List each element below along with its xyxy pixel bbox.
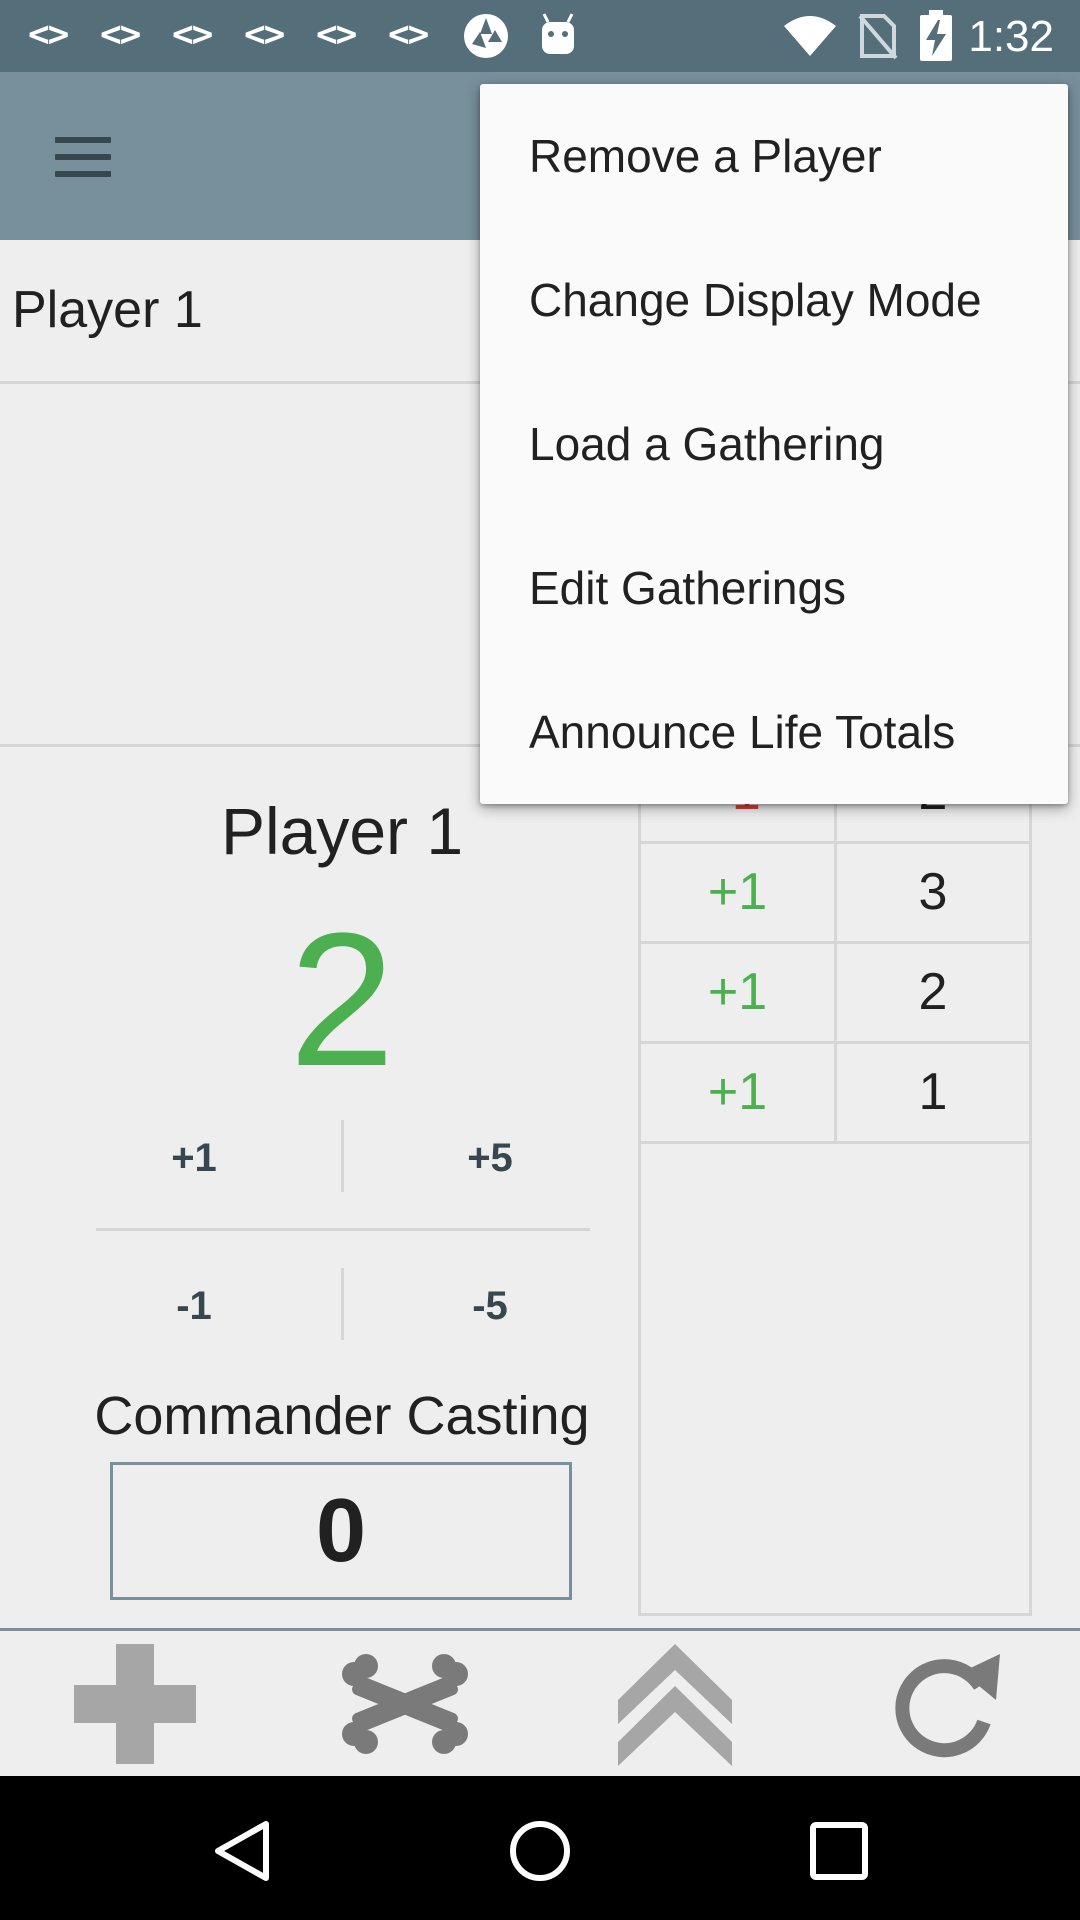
player-tab-label[interactable]: Player 1 bbox=[12, 280, 203, 340]
menu-item-edit-gatherings[interactable]: Edit Gatherings bbox=[480, 516, 1068, 660]
menu-item-remove-player[interactable]: Remove a Player bbox=[480, 84, 1068, 228]
history-delta: +1 bbox=[641, 1044, 837, 1141]
wifi-icon bbox=[784, 16, 836, 56]
commander-casting-label: Commander Casting bbox=[94, 1386, 590, 1446]
back-icon[interactable] bbox=[210, 1818, 276, 1884]
player-name: Player 1 bbox=[220, 794, 464, 868]
code-notification-icon: <> bbox=[28, 14, 69, 55]
history-delta: +1 bbox=[641, 844, 837, 941]
recents-icon[interactable] bbox=[806, 1818, 872, 1884]
code-notification-icon: <> bbox=[316, 14, 357, 55]
life-history-table: -1 2 +1 3 +1 2 +1 1 bbox=[638, 744, 1032, 1616]
history-row: +1 3 bbox=[641, 844, 1029, 944]
code-notification-icon: <> bbox=[100, 14, 141, 55]
plus-five-button[interactable]: +5 bbox=[390, 1136, 590, 1181]
hamburger-icon[interactable] bbox=[55, 137, 111, 177]
menu-item-announce-life-totals[interactable]: Announce Life Totals bbox=[480, 660, 1068, 804]
divider bbox=[341, 1120, 344, 1192]
history-total: 1 bbox=[918, 1063, 948, 1121]
minus-one-button[interactable]: -1 bbox=[94, 1284, 294, 1329]
home-icon[interactable] bbox=[507, 1818, 573, 1884]
history-total: 2 bbox=[918, 963, 948, 1021]
android-icon bbox=[542, 13, 574, 54]
menu-item-change-display-mode[interactable]: Change Display Mode bbox=[480, 228, 1068, 372]
divider bbox=[96, 1228, 590, 1231]
divider bbox=[341, 1268, 344, 1340]
crossbones-icon[interactable] bbox=[340, 1642, 470, 1766]
status-bar: <> <> <> <> <> <> 1:32 bbox=[0, 0, 1080, 72]
chevrons-up-icon[interactable] bbox=[610, 1642, 740, 1766]
add-player-icon[interactable] bbox=[70, 1642, 200, 1766]
history-row: +1 1 bbox=[641, 1044, 1029, 1144]
no-sim-icon bbox=[858, 14, 898, 60]
menu-item-load-gathering[interactable]: Load a Gathering bbox=[480, 372, 1068, 516]
refresh-icon[interactable] bbox=[880, 1642, 1010, 1766]
clock: 1:32 bbox=[968, 12, 1054, 61]
life-total: 2 bbox=[289, 894, 395, 1106]
history-total: 3 bbox=[918, 863, 948, 921]
code-notification-icon: <> bbox=[244, 14, 285, 55]
battery-charging-icon bbox=[920, 10, 952, 61]
overflow-menu: Remove a Player Change Display Mode Load… bbox=[480, 84, 1068, 804]
code-notification-icon: <> bbox=[388, 14, 429, 55]
minus-five-button[interactable]: -5 bbox=[390, 1284, 590, 1329]
code-notification-icon: <> bbox=[172, 14, 213, 55]
plus-one-button[interactable]: +1 bbox=[94, 1136, 294, 1181]
history-row: +1 2 bbox=[641, 944, 1029, 1044]
commander-casting-counter[interactable]: 0 bbox=[110, 1462, 572, 1600]
aperture-icon bbox=[464, 14, 508, 58]
history-delta: +1 bbox=[641, 944, 837, 1041]
